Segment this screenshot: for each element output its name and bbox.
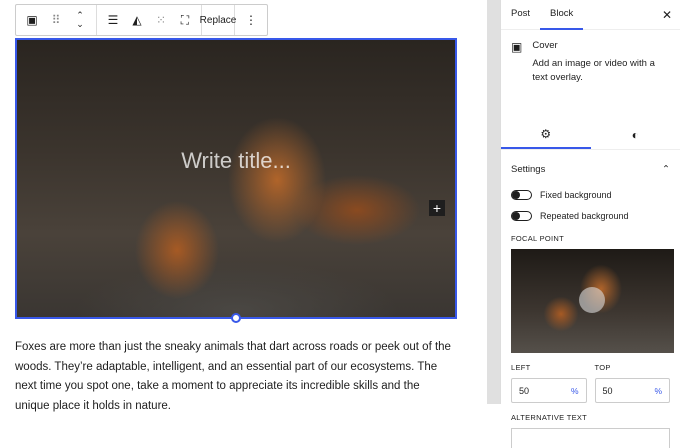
repeated-background-toggle[interactable] (511, 211, 532, 221)
fixed-background-label: Fixed background (540, 190, 612, 200)
full-height-icon[interactable]: ⛶ (173, 5, 197, 35)
block-description: Add an image or video with a text overla… (532, 57, 670, 85)
focal-point-label: Focal point (511, 234, 670, 243)
repeated-background-label: Repeated background (540, 211, 629, 221)
chevron-up-icon[interactable]: ⌃ (662, 164, 670, 175)
settings-gear-icon[interactable]: ⚙ (501, 120, 591, 149)
move-up-down-icon[interactable]: ⌃⌄ (68, 5, 92, 35)
tab-post[interactable]: Post (501, 0, 540, 30)
focal-point-handle[interactable] (579, 287, 605, 313)
fixed-background-toggle[interactable] (511, 190, 532, 200)
cover-block-icon[interactable]: ▣ (20, 5, 44, 35)
more-options-icon[interactable]: ⋮ (239, 5, 263, 35)
align-icon[interactable]: ☰ (101, 5, 125, 35)
left-label: Left (511, 363, 587, 372)
alt-text-input[interactable] (511, 428, 670, 448)
resize-handle[interactable] (231, 313, 241, 323)
cover-block-icon: ▣ (511, 40, 522, 122)
left-input[interactable]: 50% (511, 378, 587, 403)
editor-canvas: ▣ ⠿ ⌃⌄ ☰ ◭ ⁙ ⛶ Replace ⋮ Write title... … (0, 0, 487, 404)
styles-contrast-icon[interactable]: ◐ (591, 120, 680, 149)
add-block-plus-icon[interactable]: + (429, 200, 445, 216)
top-value: 50 (603, 386, 613, 396)
content-position-icon[interactable]: ⁙ (149, 5, 173, 35)
unit: % (571, 386, 579, 396)
unit: % (654, 386, 662, 396)
focal-point-picker[interactable] (511, 249, 674, 353)
drag-handle-icon[interactable]: ⠿ (44, 5, 68, 35)
close-icon[interactable]: ✕ (662, 8, 672, 22)
paragraph-block[interactable]: Foxes are more than just the sneaky anim… (15, 338, 455, 416)
block-name: Cover (532, 40, 670, 51)
top-label: Top (595, 363, 671, 372)
divider (487, 0, 500, 404)
contrast-filter-icon[interactable]: ◭ (125, 5, 149, 35)
alt-text-label: Alternative text (511, 413, 670, 422)
settings-heading: Settings (511, 164, 545, 175)
cover-title-placeholder[interactable]: Write title... (17, 148, 455, 174)
settings-sidebar: Post Block ✕ ▣ Cover Add an image or vid… (500, 0, 680, 404)
top-input[interactable]: 50% (595, 378, 671, 403)
block-toolbar: ▣ ⠿ ⌃⌄ ☰ ◭ ⁙ ⛶ Replace ⋮ (15, 4, 268, 36)
cover-block[interactable]: Write title... + (15, 38, 457, 319)
tab-block[interactable]: Block (540, 0, 583, 30)
replace-button[interactable]: Replace (206, 5, 230, 35)
left-value: 50 (519, 386, 529, 396)
